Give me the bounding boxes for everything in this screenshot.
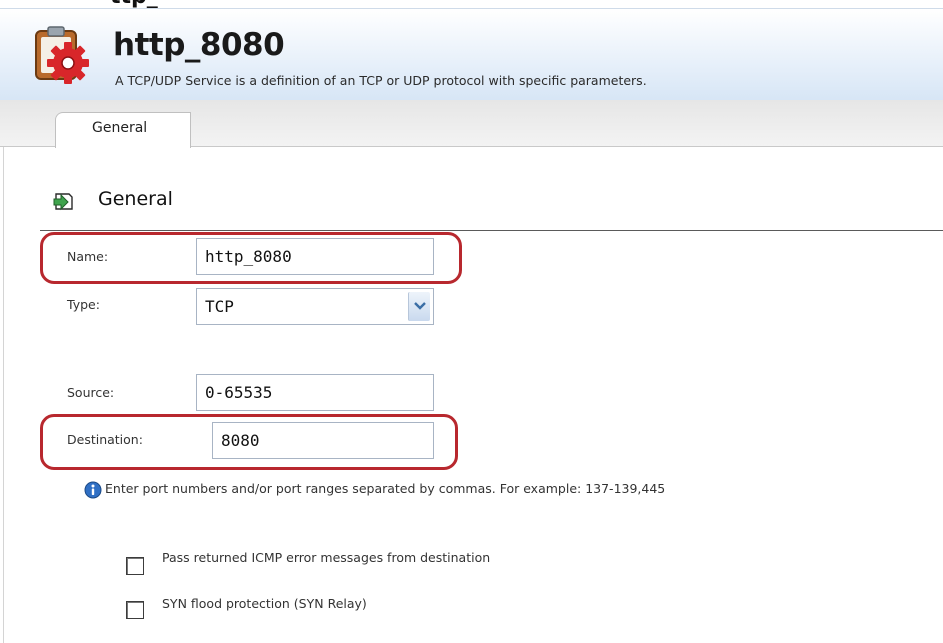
source-field[interactable]: 0-65535 — [196, 374, 434, 411]
page-header: http_8080 A TCP/UDP Service is a definit… — [0, 8, 943, 100]
pass-icmp-errors-label: Pass returned ICMP error messages from d… — [162, 550, 491, 565]
source-label: Source: — [67, 385, 115, 400]
syn-flood-protection-checkbox[interactable] — [126, 601, 144, 619]
content-border — [3, 147, 4, 643]
name-highlight-annotation — [40, 232, 462, 284]
cropped-title-remnant: ttp_ — [110, 0, 158, 8]
section-title: General — [98, 188, 173, 210]
tab-general[interactable]: General — [55, 112, 191, 148]
type-select-value: TCP — [205, 297, 234, 316]
edit-arrow-icon — [52, 188, 76, 212]
type-label: Type: — [67, 297, 100, 312]
page-subtitle: A TCP/UDP Service is a definition of an … — [115, 73, 647, 88]
info-icon — [84, 481, 102, 499]
destination-highlight-annotation — [40, 414, 458, 470]
service-gear-icon — [30, 23, 94, 87]
tab-bar: General — [0, 100, 943, 148]
page-title: http_8080 — [113, 27, 285, 63]
service-editor-page: ttp_ — [0, 0, 943, 643]
section-divider — [40, 230, 943, 231]
chevron-down-icon[interactable] — [408, 292, 430, 321]
syn-flood-protection-label: SYN flood protection (SYN Relay) — [162, 596, 367, 611]
pass-icmp-errors-checkbox[interactable] — [126, 557, 144, 575]
type-select[interactable]: TCP — [196, 288, 434, 325]
port-format-hint: Enter port numbers and/or port ranges se… — [105, 481, 666, 496]
